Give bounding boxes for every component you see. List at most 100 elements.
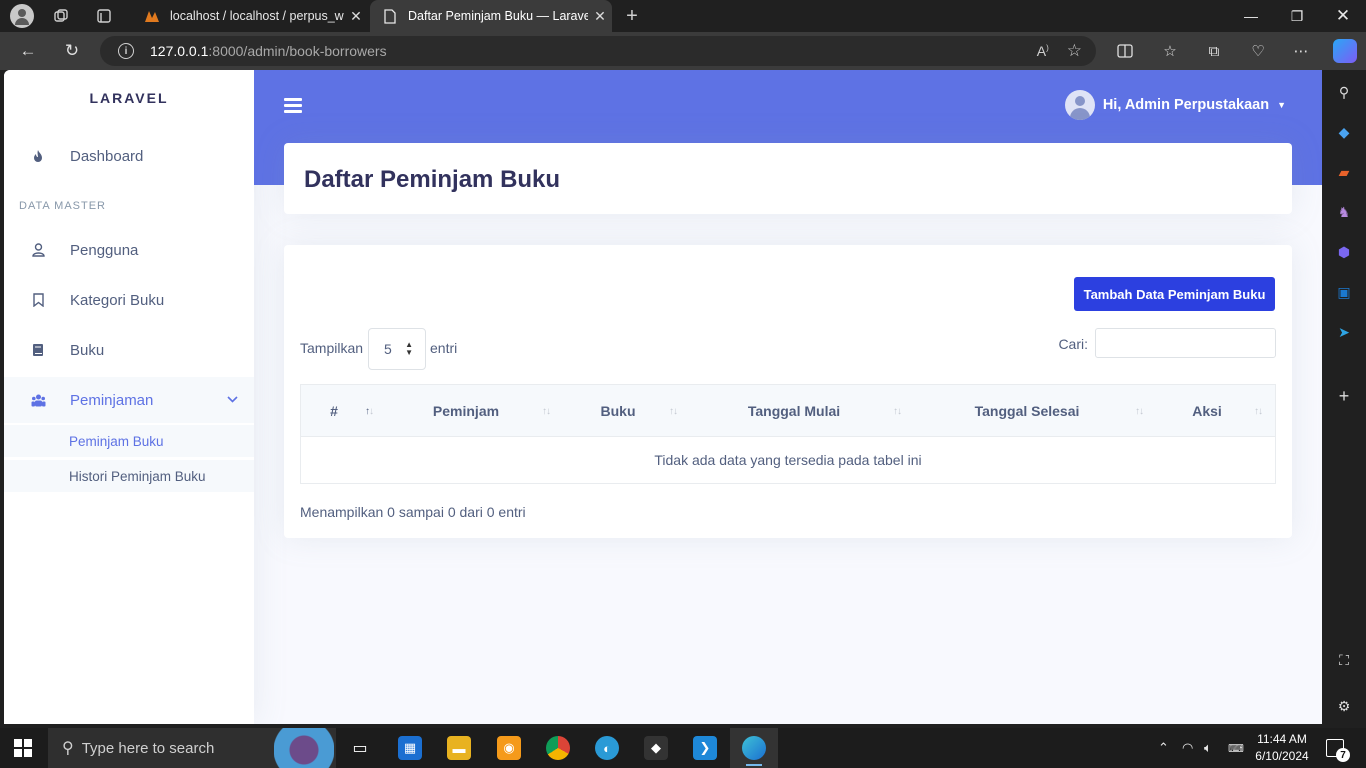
send-icon[interactable]: ➤ <box>1334 322 1354 342</box>
volume-icon[interactable]: 🔈︎ <box>1204 728 1212 768</box>
browser-essentials-icon[interactable]: ♡ <box>1248 41 1268 61</box>
sidebar-item-peminjaman[interactable]: Peminjaman <box>4 377 254 423</box>
sidebar: LARAVEL Dashboard DATA MASTER Pengguna K… <box>4 70 254 724</box>
new-tab-icon[interactable]: + <box>620 4 644 28</box>
search-highlight-image <box>274 728 334 768</box>
page-icon <box>382 8 398 24</box>
favorites-icon[interactable]: ☆ <box>1160 41 1180 61</box>
user-greeting: Hi, Admin Perpustakaan <box>1102 97 1270 113</box>
show-hidden-icons-icon[interactable]: ⌃ <box>1158 728 1169 768</box>
browser-tab-strip: localhost / localhost / perpus_we ✕ Daft… <box>0 0 1366 32</box>
chevron-down-icon <box>227 392 238 406</box>
sort-asc-icon: ↑↓ <box>365 406 374 417</box>
sidebar-item-label: Dashboard <box>70 147 144 165</box>
sort-icon: ↑↓ <box>669 406 678 417</box>
select-arrows-icon: ▲ ▼ <box>405 340 413 357</box>
sort-icon: ↑↓ <box>542 406 551 417</box>
sort-icon: ↑↓ <box>1135 406 1144 417</box>
tab-laravel[interactable]: Daftar Peminjam Buku — Laravel ✕ <box>370 0 612 32</box>
close-icon[interactable]: ✕ <box>344 8 368 25</box>
microsoft-store-icon[interactable]: ▦ <box>398 736 422 760</box>
minimize-icon[interactable]: — <box>1228 0 1274 32</box>
add-icon[interactable]: + <box>1334 386 1354 406</box>
search-input[interactable] <box>1095 328 1276 358</box>
favorite-star-icon[interactable]: ☆ <box>1067 41 1082 61</box>
tab-title: Daftar Peminjam Buku — Laravel <box>408 9 588 23</box>
sidebar-subitem-label: Peminjam Buku <box>69 433 164 449</box>
tab-actions-icon[interactable] <box>95 7 113 25</box>
address-bar[interactable]: i 127.0.0.1 :8000/admin/book-borrowers A… <box>100 36 1096 66</box>
close-window-icon[interactable]: ✕ <box>1320 0 1366 32</box>
profile-icon[interactable] <box>10 4 34 28</box>
outlook-icon[interactable]: ▣ <box>1334 282 1354 302</box>
taskbar-search[interactable]: ⚲ Type here to search <box>48 728 336 768</box>
column-header-tanggal-selesai[interactable]: Tanggal Selesai <box>913 385 1141 437</box>
avatar <box>1064 90 1095 120</box>
taskbar-clock[interactable]: 11:44 AM 6/10/2024 <box>1250 731 1314 765</box>
more-options-icon[interactable]: ⋯ <box>1291 41 1311 61</box>
length-label: Tampilkan <box>300 340 364 356</box>
windows-taskbar: ⚲ Type here to search ▭ ▦ ▬ ◉ ◐ ◆ ❯ ⌃ ◠ … <box>0 728 1366 768</box>
column-header-peminjam[interactable]: Peminjam <box>385 385 547 437</box>
workspaces-icon[interactable] <box>52 7 70 25</box>
sidebar-subitem-peminjam-buku[interactable]: Peminjam Buku <box>4 425 254 457</box>
vscode-icon[interactable]: ❯ <box>693 736 717 760</box>
close-icon[interactable]: ✕ <box>588 8 612 25</box>
hamburger-menu-icon[interactable] <box>284 98 302 113</box>
input-method-icon[interactable]: ⌨ <box>1228 728 1244 768</box>
mysql-workbench-icon[interactable]: ◐ <box>595 736 619 760</box>
page-viewport: LARAVEL Dashboard DATA MASTER Pengguna K… <box>4 70 1322 724</box>
sidebar-item-pengguna[interactable]: Pengguna <box>4 227 254 273</box>
split-screen-icon[interactable] <box>1115 41 1135 61</box>
wifi-icon[interactable]: ◠ <box>1182 728 1193 768</box>
file-explorer-icon[interactable]: ▬ <box>447 736 471 760</box>
page-length-value: 5 <box>384 341 392 357</box>
games-icon[interactable]: ♞ <box>1334 202 1354 222</box>
sidebar-item-dashboard[interactable]: Dashboard <box>4 133 254 179</box>
xampp-icon[interactable]: ◉ <box>497 736 521 760</box>
clock-time: 11:44 AM <box>1257 732 1307 746</box>
read-aloud-icon[interactable]: A) <box>1037 43 1049 59</box>
restore-icon[interactable]: ❐ <box>1274 0 1320 32</box>
tab-phpmyadmin[interactable]: localhost / localhost / perpus_we ✕ <box>132 0 368 32</box>
shopping-tag-icon[interactable]: ◆ <box>1334 122 1354 142</box>
column-header-tanggal-mulai[interactable]: Tanggal Mulai <box>687 385 901 437</box>
copilot-icon[interactable] <box>1333 39 1357 63</box>
copilot-small-icon[interactable]: ⬢ <box>1334 242 1354 262</box>
url-host: 127.0.0.1 <box>150 43 209 59</box>
tools-icon[interactable]: ▰ <box>1334 162 1354 182</box>
screenshot-icon[interactable]: ⛶ <box>1334 650 1354 670</box>
sidebar-item-buku[interactable]: Buku <box>4 327 254 373</box>
column-header-number[interactable]: # <box>301 385 367 437</box>
search-label: Cari: <box>1058 336 1088 352</box>
task-view-icon[interactable]: ▭ <box>348 736 372 760</box>
info-icon[interactable]: i <box>118 43 134 59</box>
table-header: # ↑↓ Peminjam ↑↓ Buku ↑↓ Tanggal Mulai ↑… <box>301 385 1275 437</box>
user-dropdown[interactable]: Hi, Admin Perpustakaan ▼ <box>1064 90 1286 120</box>
git-icon[interactable]: ◆ <box>644 736 668 760</box>
sidebar-item-kategori-buku[interactable]: Kategori Buku <box>4 277 254 323</box>
sidebar-subitem-histori[interactable]: Histori Peminjam Buku <box>4 460 254 492</box>
nav-heading: DATA MASTER <box>19 200 106 212</box>
brand-logo[interactable]: LARAVEL <box>4 90 254 106</box>
empty-table-message: Tidak ada data yang tersedia pada tabel … <box>654 452 922 468</box>
page-title: Daftar Peminjam Buku <box>304 166 561 193</box>
back-icon[interactable]: ← <box>14 37 42 65</box>
sort-icon: ↑↓ <box>893 406 902 417</box>
sidebar-item-label: Kategori Buku <box>70 291 165 309</box>
sidebar-item-label: Pengguna <box>70 241 139 259</box>
refresh-icon[interactable]: ↻ <box>58 37 86 65</box>
fire-icon <box>30 148 46 164</box>
chrome-icon[interactable] <box>546 736 570 760</box>
windows-start-icon[interactable] <box>14 739 32 757</box>
collections-icon[interactable]: ⧉ <box>1204 41 1224 61</box>
edge-icon[interactable] <box>742 736 766 760</box>
search-icon[interactable]: ⚲ <box>1334 82 1354 102</box>
settings-icon[interactable]: ⚙ <box>1334 696 1354 716</box>
column-header-aksi[interactable]: Aksi <box>1153 385 1261 437</box>
column-header-buku[interactable]: Buku <box>561 385 675 437</box>
data-table: # ↑↓ Peminjam ↑↓ Buku ↑↓ Tanggal Mulai ↑… <box>300 384 1276 484</box>
url-path: :8000/admin/book-borrowers <box>208 43 387 59</box>
add-borrower-button[interactable]: Tambah Data Peminjam Buku <box>1074 277 1275 311</box>
page-length-select[interactable]: 5 ▲ ▼ <box>368 328 426 370</box>
